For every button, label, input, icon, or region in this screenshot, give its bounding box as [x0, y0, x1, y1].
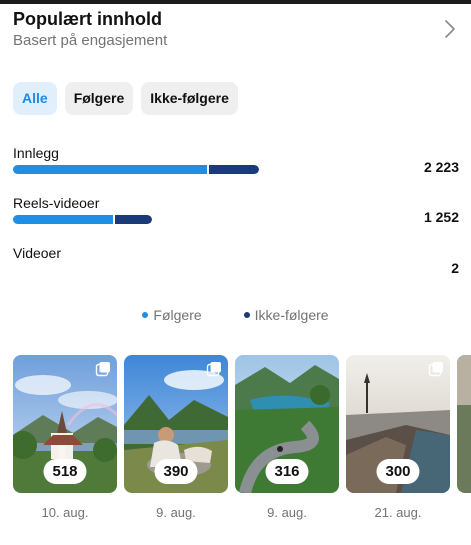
metric-bar: [13, 165, 259, 174]
carousel-icon: [206, 362, 221, 377]
followers-segment: [13, 215, 114, 224]
metric-value: 2 223: [423, 159, 459, 175]
metric-label: Innlegg: [13, 145, 59, 161]
metric-reels: Reels-videoer 1 252: [13, 194, 459, 234]
popular-content-header[interactable]: Populært innhold Basert på engasjement: [13, 8, 463, 54]
metric-value: 2: [451, 260, 459, 276]
section-title: Populært innhold: [13, 9, 162, 29]
top-posts-carousel[interactable]: 518 390 316 300: [13, 355, 471, 495]
filter-non-followers[interactable]: Ikke-følgere: [141, 82, 238, 115]
status-strip: [0, 0, 471, 4]
legend-followers: Følgere: [142, 307, 202, 323]
filter-followers[interactable]: Følgere: [64, 82, 134, 115]
legend-nonfollowers: Ikke-følgere: [243, 307, 329, 323]
metric-label: Reels-videoer: [13, 195, 100, 211]
engagement-count: 390: [154, 459, 198, 484]
post-thumbnail[interactable]: 390: [124, 355, 228, 493]
legend-dot-nonfollowers: [243, 312, 250, 318]
post-thumbnail[interactable]: 300: [346, 355, 450, 493]
nonfollowers-segment: [207, 165, 259, 174]
nonfollowers-segment: [113, 215, 152, 224]
filter-all[interactable]: Alle: [13, 82, 57, 115]
post-image: [457, 355, 471, 493]
post-date: 9. aug.: [267, 505, 307, 520]
engagement-count: 300: [376, 459, 420, 484]
audience-filter: Alle Følgere Ikke-følgere: [13, 82, 238, 115]
legend-dot-followers: [142, 312, 149, 318]
post-date: 9. aug.: [156, 505, 196, 520]
metric-label: Videoer: [13, 245, 62, 261]
metric-posts: Innlegg 2 223: [13, 144, 459, 184]
post-thumbnail-partial[interactable]: [457, 355, 471, 493]
followers-segment: [13, 165, 208, 174]
engagement-count: 518: [43, 459, 87, 484]
legend-label: Følgere: [153, 307, 202, 323]
metric-videos: Videoer 2: [13, 244, 459, 284]
section-subtitle: Basert på engasjement: [13, 32, 168, 49]
metric-bar: [13, 215, 152, 224]
chart-legend: Følgere Ikke-følgere: [0, 307, 471, 323]
post-date: 10. aug.: [41, 505, 89, 520]
post-date: 21. aug.: [374, 505, 422, 520]
carousel-icon: [428, 362, 443, 377]
engagement-count: 316: [265, 459, 309, 484]
metric-value: 1 252: [423, 209, 459, 225]
chevron-right-icon[interactable]: [443, 18, 457, 40]
post-thumbnail[interactable]: 518: [13, 355, 117, 493]
legend-label: Ikke-følgere: [254, 307, 329, 323]
post-thumbnail[interactable]: 316: [235, 355, 339, 493]
carousel-icon: [95, 362, 110, 377]
